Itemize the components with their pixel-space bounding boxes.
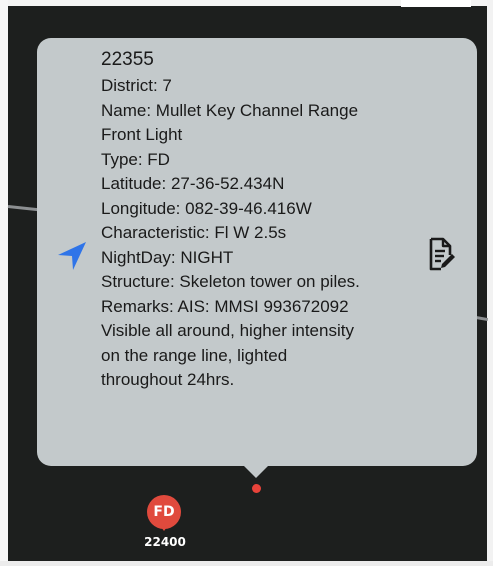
aid-district: District: 7 [101, 76, 172, 95]
screen-frame-notch [401, 0, 471, 7]
notes-edit-icon[interactable] [428, 237, 456, 273]
channel-line-left [7, 205, 40, 212]
aid-longitude: Longitude: 082-39-46.416W [101, 198, 312, 218]
aid-id: 22355 [101, 49, 154, 70]
aid-latitude: Latitude: 27-36-52.434N [101, 174, 285, 193]
aid-name-continued: Front Light [101, 125, 183, 144]
aid-characteristic: Characteristic: Fl W 2.5s [101, 223, 287, 242]
aid-remarks: Remarks: AIS: MMSI 993672092 [101, 296, 349, 316]
navigation-arrow-icon[interactable] [56, 240, 88, 272]
aid-name: Name: Mullet Key Channel Range [101, 100, 359, 120]
marker-pin-tail [158, 523, 170, 531]
aid-details: 22355 District: 7 Name: Mullet Key Chann… [101, 47, 431, 393]
aid-structure: Structure: Skeleton tower on piles. [101, 272, 360, 291]
screen-frame-left [0, 0, 8, 566]
aid-remarks-line-4: throughout 24hrs. [101, 370, 235, 389]
aid-remarks-line-3: on the range line, lighted [101, 345, 288, 365]
map-pin-icon[interactable]: FD [147, 495, 187, 535]
marker-code: FD [153, 504, 175, 520]
aid-nightday: NightDay: NIGHT [101, 247, 234, 267]
marker-label[interactable]: 22400 [138, 535, 192, 549]
popup-pointer [240, 462, 272, 478]
screen-frame-bottom [0, 561, 493, 566]
screen-frame-right [487, 0, 493, 566]
aid-remarks-line-2: Visible all around, higher intensity [101, 321, 354, 340]
aid-type: Type: FD [101, 149, 170, 169]
selected-location-dot[interactable] [252, 484, 261, 493]
map-view[interactable]: 22355 District: 7 Name: Mullet Key Chann… [0, 0, 493, 566]
